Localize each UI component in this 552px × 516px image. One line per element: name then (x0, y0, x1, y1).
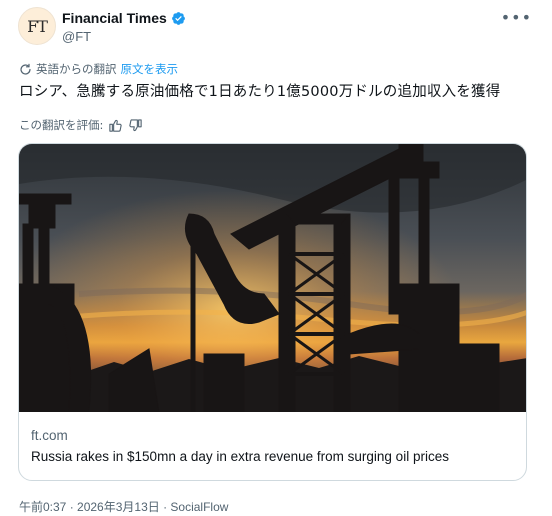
verified-badge-icon (171, 11, 185, 25)
avatar-text: FT (27, 16, 48, 36)
author-name-row: Financial Times (62, 10, 186, 26)
link-card[interactable]: ft.com Russia rakes in $150mn a day in e… (18, 143, 527, 481)
tweet-metadata: 午前0:37 · 2026年3月13日 · SocialFlow (19, 500, 229, 514)
tweet-text: ロシア、急騰する原油価格で1日あたり1億5000万ドルの追加収入を獲得 (19, 84, 501, 100)
thumbs-up-icon[interactable] (108, 118, 123, 133)
translation-row: 英語からの翻訳 原文を表示 (19, 61, 178, 77)
card-title: Russia rakes in $150mn a day in extra re… (31, 449, 449, 464)
oil-pumpjack-image[interactable] (19, 144, 527, 412)
translation-label: 英語からの翻訳 (36, 62, 117, 76)
rate-translation-row: この翻訳を評価: (19, 117, 143, 133)
card-domain: ft.com (31, 428, 68, 443)
translate-icon (20, 63, 31, 75)
avatar[interactable]: FT (18, 7, 56, 45)
more-dots-icon[interactable]: ••• (501, 8, 532, 27)
handle[interactable]: @FT (62, 29, 91, 44)
thumbs-down-icon[interactable] (128, 118, 143, 133)
show-original-link[interactable]: 原文を表示 (121, 61, 179, 77)
display-name[interactable]: Financial Times (62, 10, 167, 26)
rate-label: この翻訳を評価: (19, 118, 104, 132)
